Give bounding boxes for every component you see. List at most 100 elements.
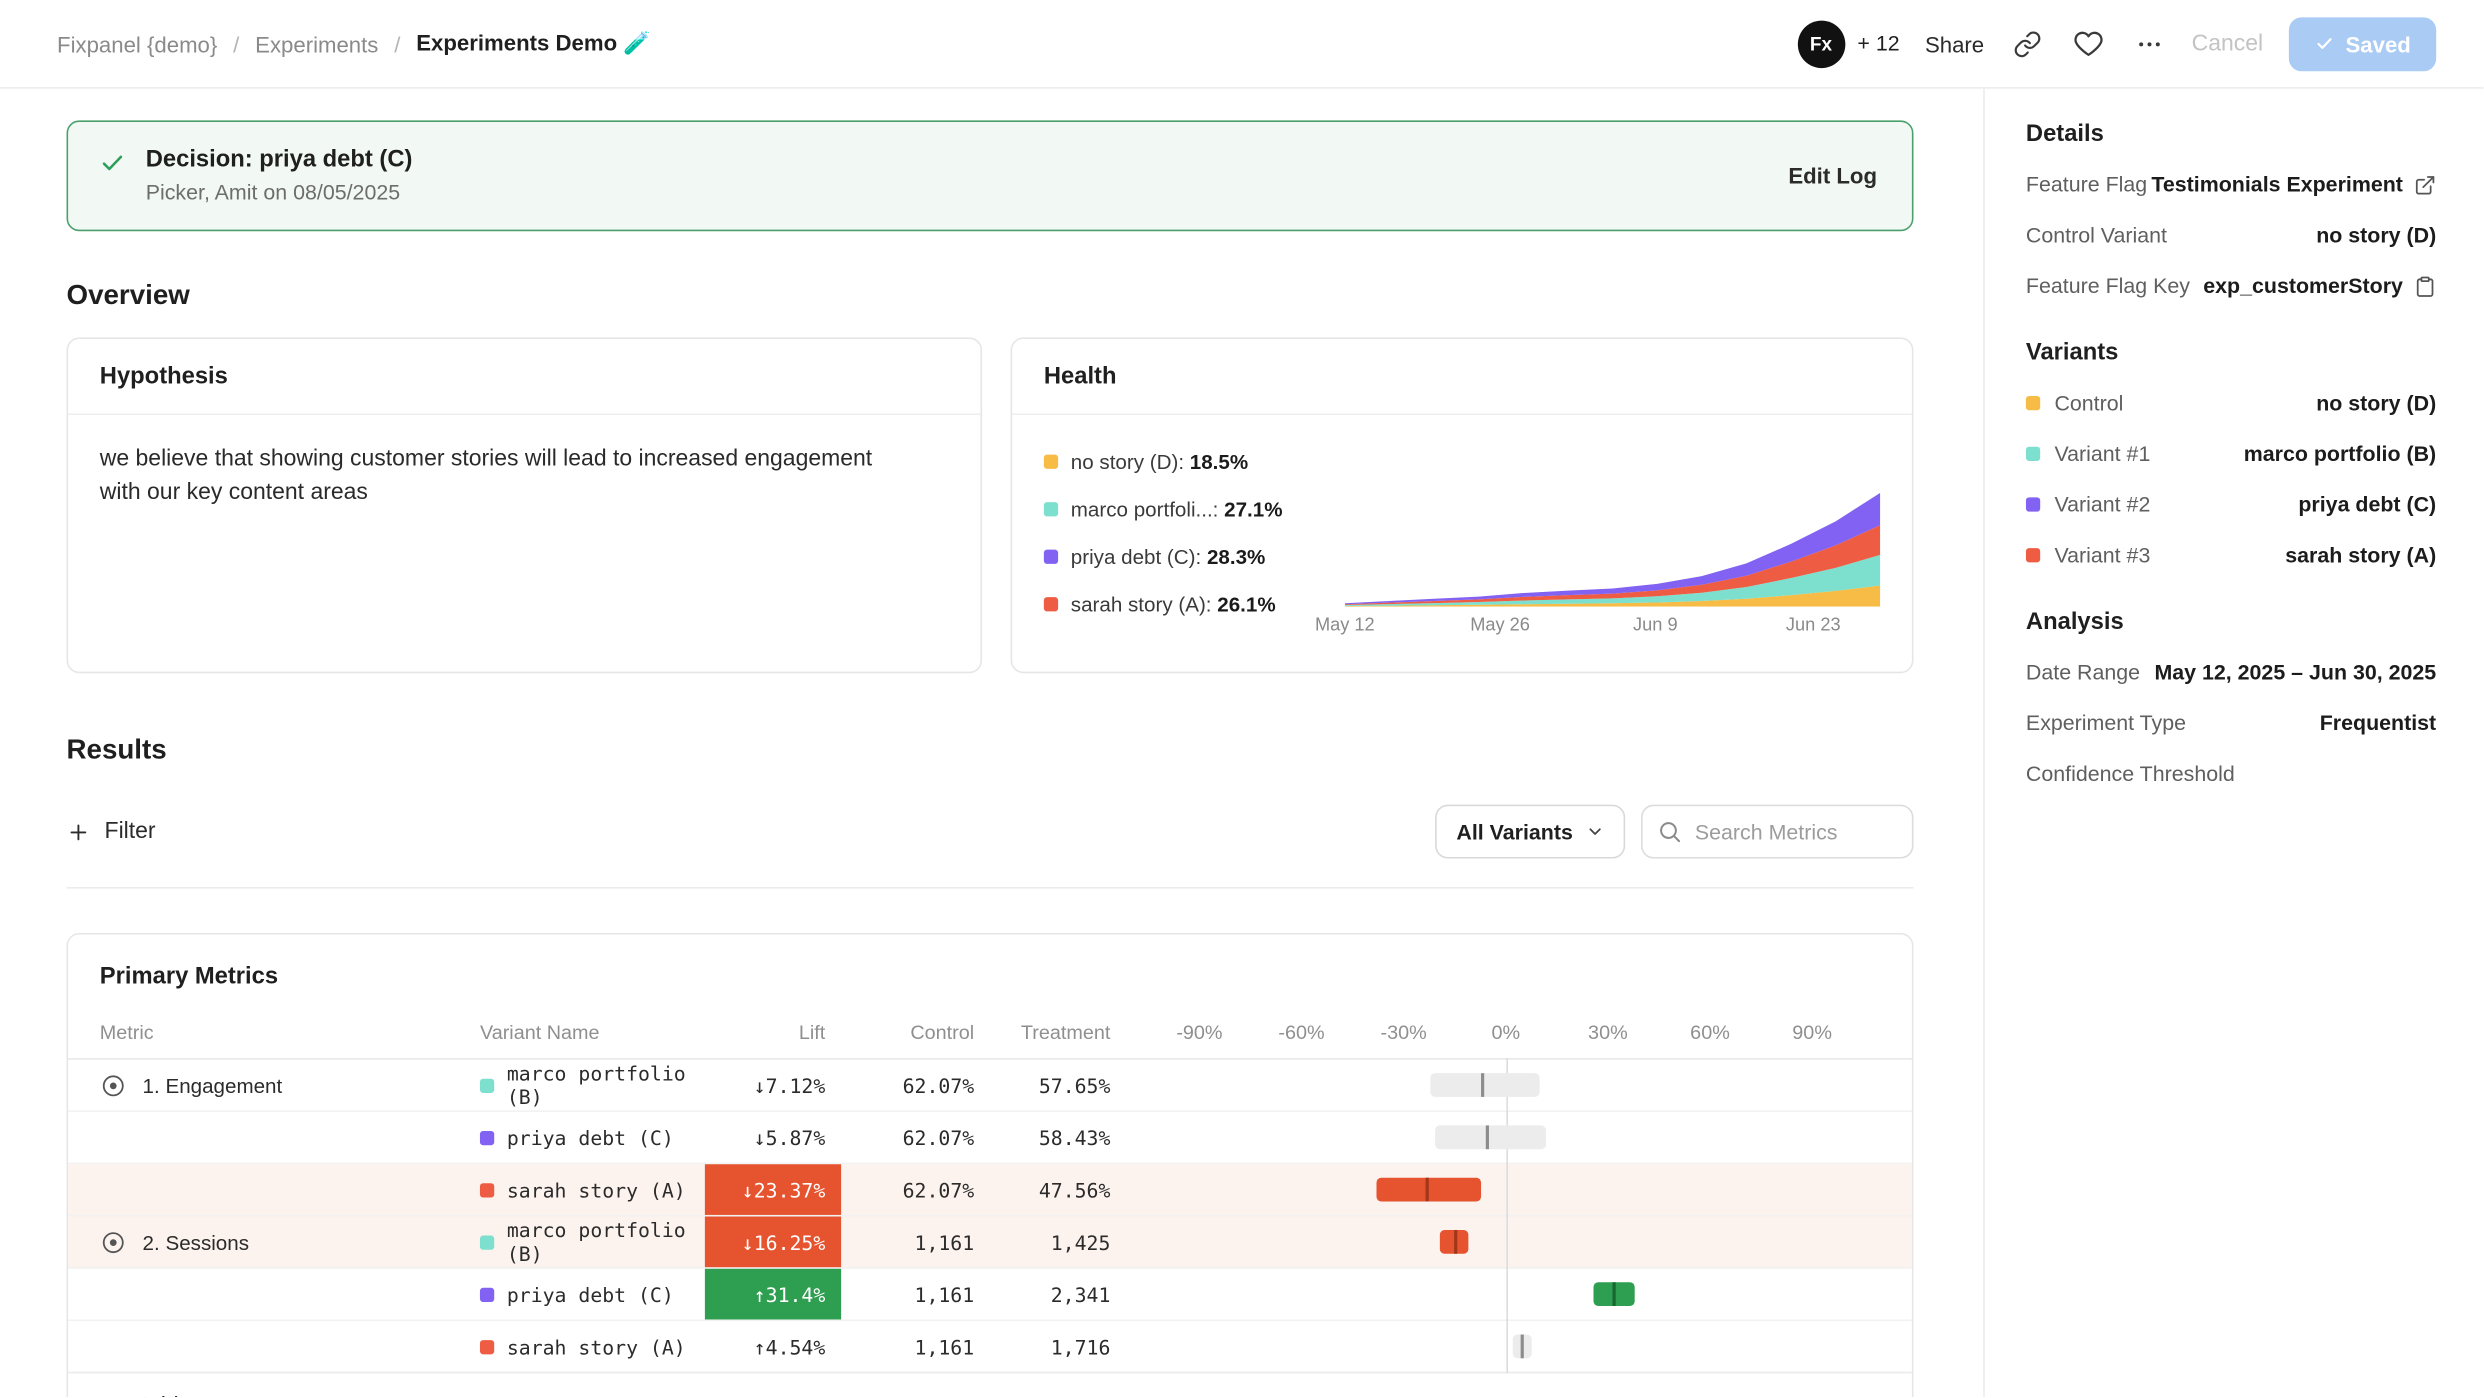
variant-name: priya debt (C): [480, 1125, 705, 1149]
ellipsis-icon: [2135, 29, 2164, 58]
metric-name: 1. Engagement: [100, 1072, 480, 1099]
treatment-value: 1,425: [974, 1230, 1110, 1254]
confidence-interval-plot: [1148, 1060, 1880, 1111]
metric-row[interactable]: 2. Sessionsmarco portfolio (B)↓16.25%1,1…: [68, 1217, 1912, 1269]
save-button-label: Saved: [2346, 31, 2411, 56]
lift-value: ↓5.87%: [705, 1112, 841, 1163]
collaborator-count[interactable]: + 12: [1857, 32, 1899, 56]
variant-row: Variant #1 marco portfolio (B): [2026, 442, 2436, 466]
control-value: 62.07%: [841, 1073, 974, 1097]
analysis-title: Analysis: [2026, 608, 2436, 635]
metric-row[interactable]: sarah story (A)↓23.37%62.07%47.56%: [68, 1164, 1912, 1216]
decision-text: Decision: priya debt (C) Picker, Amit on…: [146, 146, 413, 205]
x-tick-label: May 26: [1470, 616, 1530, 635]
col-lift: Lift: [705, 1021, 841, 1043]
analysis-row-confidence-threshold: Confidence Threshold: [2026, 762, 2436, 786]
link-icon: [2013, 29, 2042, 58]
details-section: Details Feature Flag Testimonials Experi…: [2026, 120, 2436, 297]
more-menu-button[interactable]: [2131, 26, 2166, 61]
chevron-down-icon: [1586, 822, 1605, 841]
variant-swatch: [2026, 396, 2040, 410]
col-treatment: Treatment: [974, 1021, 1110, 1043]
breadcrumb-current: Experiments Demo 🧪: [416, 30, 651, 57]
health-card: Health no story (D): 18.5%marco portfoli…: [1011, 337, 1914, 673]
detail-label: Feature Flag: [2026, 173, 2147, 197]
metric-row[interactable]: priya debt (C)↓5.87%62.07%58.43%: [68, 1112, 1912, 1164]
ci-marker: [1454, 1230, 1457, 1254]
top-bar: Fixpanel {demo} / Experiments / Experime…: [0, 0, 2484, 89]
confidence-interval-plot: [1148, 1217, 1880, 1268]
share-button[interactable]: Share: [1925, 31, 1984, 56]
lift-value: ↑4.54%: [705, 1321, 841, 1372]
detail-value[interactable]: Testimonials Experiment: [2151, 173, 2436, 197]
filter-row: Filter All Variants: [67, 805, 1914, 859]
variants-dropdown[interactable]: All Variants: [1436, 805, 1625, 859]
save-button[interactable]: Saved: [2288, 17, 2436, 71]
analysis-label: Confidence Threshold: [2026, 762, 2235, 786]
treatment-value: 47.56%: [974, 1178, 1110, 1202]
clipboard-icon[interactable]: [2414, 275, 2436, 297]
analysis-row-date-range: Date Range May 12, 2025 – Jun 30, 2025: [2026, 661, 2436, 685]
add-metric-button[interactable]: Add: [68, 1373, 210, 1397]
metric-row[interactable]: sarah story (A)↑4.54%1,1611,716: [68, 1321, 1912, 1373]
variant-name: priya debt (C): [480, 1282, 705, 1306]
copy-link-button[interactable]: [2009, 26, 2044, 61]
analysis-value: Frequentist: [2320, 711, 2436, 735]
filter-label: Filter: [105, 819, 156, 844]
metric-row[interactable]: priya debt (C)↑31.4%1,1612,341: [68, 1269, 1912, 1321]
breadcrumb-project[interactable]: Fixpanel {demo}: [57, 31, 217, 56]
breadcrumb-experiments[interactable]: Experiments: [255, 31, 378, 56]
variant-row: Variant #3 sarah story (A): [2026, 543, 2436, 567]
zero-line: [1506, 1319, 1508, 1373]
axis-tick: -30%: [1381, 1021, 1427, 1043]
analysis-section: Analysis Date Range May 12, 2025 – Jun 3…: [2026, 608, 2436, 785]
variant-value: marco portfolio (B): [2244, 442, 2436, 466]
cancel-button[interactable]: Cancel: [2192, 31, 2264, 56]
overview-cards: Hypothesis we believe that showing custo…: [67, 337, 1914, 673]
edit-log-button[interactable]: Edit Log: [1788, 162, 1877, 187]
variant-swatch: [480, 1130, 494, 1144]
ci-marker: [1482, 1073, 1485, 1097]
legend-swatch: [1044, 502, 1058, 516]
variant-swatch: [480, 1182, 494, 1196]
axis-tick: -90%: [1176, 1021, 1222, 1043]
decision-banner: Decision: priya debt (C) Picker, Amit on…: [67, 120, 1914, 231]
treatment-value: 57.65%: [974, 1073, 1110, 1097]
axis-tick: 0%: [1491, 1021, 1520, 1043]
variants-title: Variants: [2026, 339, 2436, 366]
zero-line: [1506, 1267, 1508, 1321]
favorite-button[interactable]: [2070, 25, 2106, 61]
section-divider: [67, 887, 1914, 889]
variant-value: priya debt (C): [2298, 493, 2436, 517]
avatar[interactable]: Fx: [1797, 20, 1845, 68]
hypothesis-body: we believe that showing customer stories…: [68, 415, 923, 539]
heart-icon: [2073, 29, 2103, 59]
variant-swatch: [480, 1287, 494, 1301]
external-link-icon[interactable]: [2414, 173, 2436, 195]
variant-label: Variant #3: [2026, 543, 2150, 567]
health-chart: [1345, 483, 1880, 607]
metrics-search: [1641, 805, 1913, 859]
col-variant: Variant Name: [480, 1021, 705, 1043]
analysis-row-experiment-type: Experiment Type Frequentist: [2026, 711, 2436, 735]
lift-value: ↓7.12%: [705, 1060, 841, 1111]
confidence-interval-plot: [1148, 1321, 1880, 1372]
plus-icon: [100, 1395, 124, 1397]
variant-row: Control no story (D): [2026, 391, 2436, 415]
control-value: 1,161: [841, 1282, 974, 1306]
ci-bar: [1434, 1125, 1546, 1149]
metric-row[interactable]: 1. Engagementmarco portfolio (B)↓7.12%62…: [68, 1060, 1912, 1112]
legend-item: marco portfoli...: 27.1%: [1044, 497, 1345, 521]
col-metric: Metric: [100, 1021, 480, 1043]
ci-marker: [1521, 1335, 1524, 1359]
ci-marker: [1613, 1282, 1616, 1306]
add-filter-button[interactable]: Filter: [67, 819, 156, 844]
legend-item: priya debt (C): 28.3%: [1044, 545, 1345, 569]
health-chart-wrap: May 12May 26Jun 9Jun 23: [1345, 440, 1880, 640]
control-value: 1,161: [841, 1335, 974, 1359]
col-control: Control: [841, 1021, 974, 1043]
analysis-value: May 12, 2025 – Jun 30, 2025: [2154, 661, 2436, 685]
legend-label: sarah story (A): 26.1%: [1071, 592, 1276, 616]
plus-icon: [67, 820, 91, 844]
variant-label: Control: [2026, 391, 2123, 415]
